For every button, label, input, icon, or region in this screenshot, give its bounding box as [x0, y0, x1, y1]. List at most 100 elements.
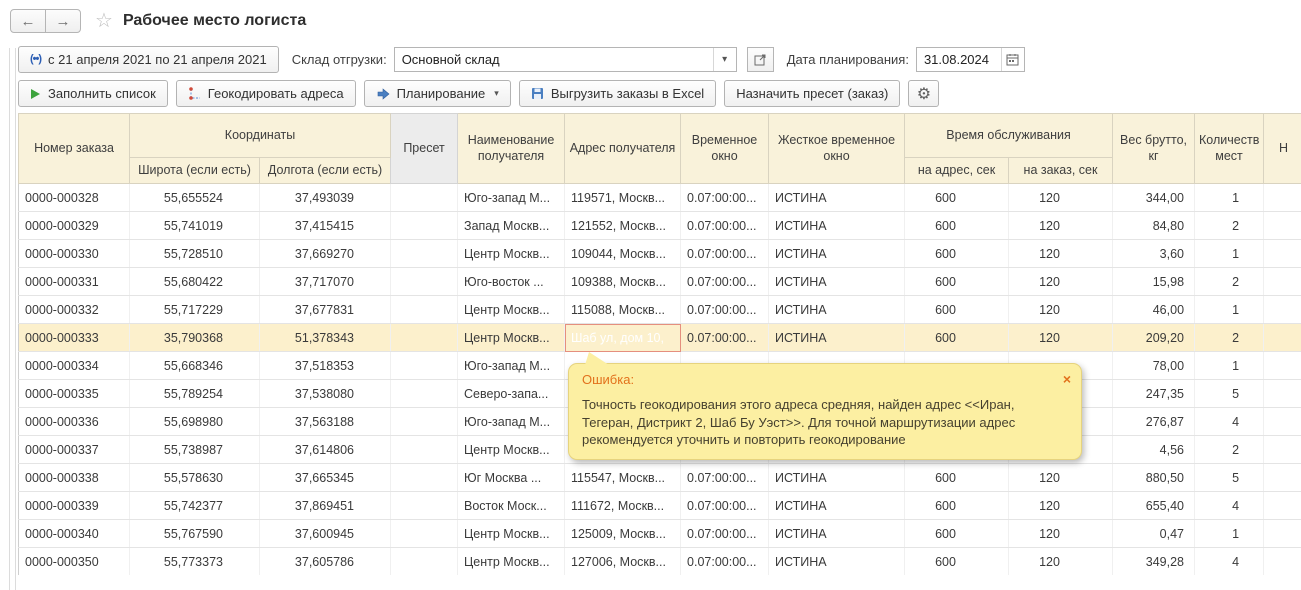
cell-preset[interactable]: [391, 408, 458, 436]
cell-places[interactable]: 5: [1195, 464, 1264, 492]
cell-recipient-address[interactable]: 125009, Москв...: [565, 520, 681, 548]
cell-hard-window[interactable]: ИСТИНА: [769, 268, 905, 296]
cell-service-order[interactable]: 120: [1009, 184, 1113, 212]
cell-longitude[interactable]: 37,415415: [260, 212, 391, 240]
col-clipped[interactable]: Н: [1264, 114, 1301, 184]
warehouse-value[interactable]: Основной склад: [395, 48, 713, 71]
cell-time-window[interactable]: 0.07:00:00...: [681, 268, 769, 296]
cell-latitude[interactable]: 55,773373: [130, 548, 260, 576]
cell-weight[interactable]: 3,60: [1113, 240, 1195, 268]
cell-hard-window[interactable]: ИСТИНА: [769, 296, 905, 324]
col-places-count[interactable]: Количеств мест: [1195, 114, 1264, 184]
cell-extra[interactable]: [1264, 408, 1301, 436]
cell-weight[interactable]: 4,56: [1113, 436, 1195, 464]
warehouse-dropdown-icon[interactable]: ▾: [714, 48, 736, 71]
table-row[interactable]: 0000-00032955,74101937,415415Запад Москв…: [19, 212, 1301, 240]
cell-weight[interactable]: 880,50: [1113, 464, 1195, 492]
planning-date-field[interactable]: 31.08.2024: [916, 47, 1025, 72]
cell-latitude[interactable]: 55,717229: [130, 296, 260, 324]
cell-longitude[interactable]: 37,538080: [260, 380, 391, 408]
col-per-address[interactable]: на адрес, сек: [905, 158, 1009, 184]
cell-weight[interactable]: 78,00: [1113, 352, 1195, 380]
cell-service-address[interactable]: 600: [905, 212, 1009, 240]
geocode-button[interactable]: Геокодировать адреса: [176, 80, 356, 107]
cell-extra[interactable]: [1264, 212, 1301, 240]
cell-service-order[interactable]: 120: [1009, 212, 1113, 240]
cell-order-number[interactable]: 0000-000332: [19, 296, 130, 324]
cell-places[interactable]: 1: [1195, 184, 1264, 212]
cell-service-address[interactable]: 600: [905, 240, 1009, 268]
close-icon[interactable]: ×: [1063, 371, 1071, 387]
col-gross-weight[interactable]: Вес брутто, кг: [1113, 114, 1195, 184]
cell-service-order[interactable]: 120: [1009, 520, 1113, 548]
cell-order-number[interactable]: 0000-000350: [19, 548, 130, 576]
cell-preset[interactable]: [391, 184, 458, 212]
cell-recipient-name[interactable]: Юго-запад М...: [458, 352, 565, 380]
cell-service-order[interactable]: 120: [1009, 268, 1113, 296]
cell-service-order[interactable]: 120: [1009, 240, 1113, 268]
table-row[interactable]: 0000-00033255,71722937,677831Центр Москв…: [19, 296, 1301, 324]
cell-extra[interactable]: [1264, 268, 1301, 296]
cell-latitude[interactable]: 55,680422: [130, 268, 260, 296]
cell-hard-window[interactable]: ИСТИНА: [769, 548, 905, 576]
cell-extra[interactable]: [1264, 324, 1301, 352]
cell-extra[interactable]: [1264, 464, 1301, 492]
cell-time-window[interactable]: 0.07:00:00...: [681, 548, 769, 576]
cell-recipient-name[interactable]: Юго-восток ...: [458, 268, 565, 296]
cell-longitude[interactable]: 37,677831: [260, 296, 391, 324]
cell-extra[interactable]: [1264, 352, 1301, 380]
cell-weight[interactable]: 0,47: [1113, 520, 1195, 548]
cell-order-number[interactable]: 0000-000336: [19, 408, 130, 436]
cell-recipient-address[interactable]: Шаб ул, дом 10,: [565, 324, 681, 352]
cell-extra[interactable]: [1264, 436, 1301, 464]
cell-longitude[interactable]: 37,605786: [260, 548, 391, 576]
cell-order-number[interactable]: 0000-000338: [19, 464, 130, 492]
col-coordinates[interactable]: Координаты: [130, 114, 391, 158]
cell-longitude[interactable]: 37,665345: [260, 464, 391, 492]
cell-extra[interactable]: [1264, 184, 1301, 212]
cell-hard-window[interactable]: ИСТИНА: [769, 464, 905, 492]
cell-service-address[interactable]: 600: [905, 324, 1009, 352]
cell-order-number[interactable]: 0000-000330: [19, 240, 130, 268]
table-row[interactable]: 0000-00033055,72851037,669270Центр Москв…: [19, 240, 1301, 268]
cell-longitude[interactable]: 37,493039: [260, 184, 391, 212]
cell-extra[interactable]: [1264, 520, 1301, 548]
planning-date-value[interactable]: 31.08.2024: [917, 48, 1001, 71]
col-recipient-name[interactable]: Наименование получателя: [458, 114, 565, 184]
cell-service-address[interactable]: 600: [905, 296, 1009, 324]
cell-preset[interactable]: [391, 352, 458, 380]
cell-hard-window[interactable]: ИСТИНА: [769, 212, 905, 240]
calendar-icon[interactable]: [1002, 48, 1024, 71]
cell-recipient-address[interactable]: 109388, Москв...: [565, 268, 681, 296]
cell-longitude[interactable]: 37,600945: [260, 520, 391, 548]
table-row[interactable]: 0000-00035055,77337337,605786Центр Москв…: [19, 548, 1301, 576]
cell-longitude[interactable]: 37,614806: [260, 436, 391, 464]
cell-recipient-address[interactable]: 121552, Москв...: [565, 212, 681, 240]
settings-button[interactable]: ⚙: [908, 80, 939, 107]
cell-recipient-address[interactable]: 109044, Москв...: [565, 240, 681, 268]
cell-service-address[interactable]: 600: [905, 520, 1009, 548]
cell-places[interactable]: 1: [1195, 240, 1264, 268]
cell-recipient-address[interactable]: 111672, Москв...: [565, 492, 681, 520]
cell-recipient-name[interactable]: Центр Москв...: [458, 520, 565, 548]
cell-longitude[interactable]: 37,669270: [260, 240, 391, 268]
cell-recipient-address[interactable]: 127006, Москв...: [565, 548, 681, 576]
cell-latitude[interactable]: 55,789254: [130, 380, 260, 408]
cell-latitude[interactable]: 55,668346: [130, 352, 260, 380]
cell-places[interactable]: 4: [1195, 548, 1264, 576]
cell-latitude[interactable]: 55,742377: [130, 492, 260, 520]
cell-hard-window[interactable]: ИСТИНА: [769, 324, 905, 352]
cell-latitude[interactable]: 55,741019: [130, 212, 260, 240]
cell-hard-window[interactable]: ИСТИНА: [769, 492, 905, 520]
cell-order-number[interactable]: 0000-000331: [19, 268, 130, 296]
cell-order-number[interactable]: 0000-000334: [19, 352, 130, 380]
favorite-star-icon[interactable]: ☆: [95, 11, 113, 31]
cell-hard-window[interactable]: ИСТИНА: [769, 184, 905, 212]
cell-order-number[interactable]: 0000-000339: [19, 492, 130, 520]
cell-recipient-address[interactable]: 115547, Москв...: [565, 464, 681, 492]
cell-time-window[interactable]: 0.07:00:00...: [681, 296, 769, 324]
cell-longitude[interactable]: 37,518353: [260, 352, 391, 380]
col-preset[interactable]: Пресет: [391, 114, 458, 184]
cell-places[interactable]: 1: [1195, 296, 1264, 324]
cell-extra[interactable]: [1264, 380, 1301, 408]
